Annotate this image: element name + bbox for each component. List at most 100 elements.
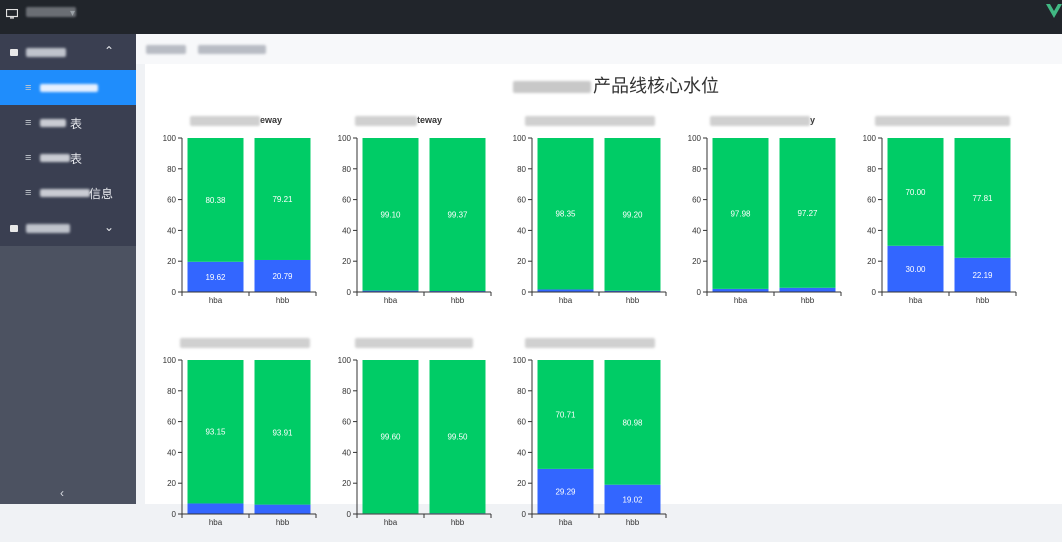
chart-svg: 0 20 40 60 80 100 70.71 29.29 hba 80.98 19.02 hbb (513, 356, 667, 527)
sidebar: ⌃ ≡ ≡ 表 ≡ 表 ≡ 信息 ⌄ ‹ (0, 34, 136, 504)
x-tick-label: hbb (451, 296, 465, 305)
chevron-down-icon: ⌄ (103, 220, 114, 234)
sidebar-item-3-label (40, 154, 70, 162)
y-tick-label: 60 (167, 418, 176, 427)
chart-6: 0 20 40 60 80 100 93.15 hba 93.91 hbb (150, 337, 320, 537)
data-label: 20.79 (272, 272, 293, 281)
folder-icon (10, 225, 18, 232)
chart-svg: 0 20 40 60 80 100 99.10 hba 99.37 hbb (338, 134, 492, 305)
chart-svg: 0 20 40 60 80 100 80.38 19.62 hba 79.21 20.79 hbb (163, 134, 317, 305)
chart-5: 0 20 40 60 80 100 70.00 30.00 hba 77.81 22.19 hbb (850, 115, 1020, 315)
sidebar-item-2[interactable]: ≡ 表 (0, 105, 136, 140)
chart-title: y (710, 115, 815, 126)
y-tick-label: 80 (167, 165, 176, 174)
folder-icon (10, 49, 18, 56)
list-icon: ≡ (25, 187, 32, 199)
top-bar: ▾ (0, 0, 1062, 34)
chart-svg: 0 20 40 60 80 100 93.15 hba 93.91 hbb (163, 356, 317, 527)
chart-svg: 0 20 40 60 80 100 70.00 30.00 hba 77.81 22.19 hbb (863, 134, 1017, 305)
y-tick-label: 100 (513, 134, 527, 143)
sidebar-item-3[interactable]: ≡ 表 (0, 140, 136, 175)
y-tick-label: 60 (342, 196, 351, 205)
y-tick-label: 40 (342, 226, 351, 235)
x-tick-label: hba (559, 296, 573, 305)
y-tick-label: 0 (347, 288, 352, 297)
data-label: 29.29 (555, 487, 576, 496)
y-tick-label: 100 (163, 356, 177, 365)
chart-1: eway 0 20 40 60 80 100 80.38 19.62 hba 79.21 20.79… (150, 115, 320, 315)
x-tick-label: hbb (976, 296, 990, 305)
y-tick-label: 80 (167, 387, 176, 396)
sidebar-group-2[interactable]: ⌄ (0, 210, 136, 246)
y-tick-label: 80 (692, 165, 701, 174)
data-label: 99.50 (447, 433, 468, 442)
y-tick-label: 40 (517, 226, 526, 235)
y-tick-label: 100 (338, 356, 352, 365)
sidebar-item-2-suffix: 表 (70, 117, 83, 131)
y-tick-label: 60 (517, 196, 526, 205)
y-tick-label: 100 (688, 134, 702, 143)
x-tick-label: hbb (626, 296, 640, 305)
sidebar-group-2-label (26, 224, 70, 233)
monitor-icon (6, 9, 18, 19)
y-tick-label: 100 (513, 356, 527, 365)
y-tick-label: 100 (338, 134, 352, 143)
y-tick-label: 100 (163, 134, 177, 143)
y-tick-label: 40 (517, 448, 526, 457)
sidebar-item-4[interactable]: ≡ 信息 (0, 175, 136, 210)
sidebar-group-1[interactable]: ⌃ (0, 34, 136, 70)
y-tick-label: 20 (342, 479, 351, 488)
x-tick-label: hba (909, 296, 923, 305)
chart-title (180, 337, 310, 348)
bar-segment-blue (187, 503, 244, 514)
x-tick-label: hba (209, 518, 223, 527)
x-tick-label: hba (384, 518, 398, 527)
y-tick-label: 60 (167, 196, 176, 205)
data-label: 98.35 (555, 210, 576, 219)
x-tick-label: hba (559, 518, 573, 527)
sidebar-group-1-label (26, 48, 66, 57)
page-title-text: 产品线核心水位 (593, 76, 719, 96)
chart-3: 0 20 40 60 80 100 98.35 hba 99.20 hbb (500, 115, 670, 315)
x-tick-label: hbb (276, 296, 290, 305)
sidebar-item-1[interactable]: ≡ (0, 70, 136, 105)
sidebar-collapse-button[interactable]: ‹ (60, 486, 64, 500)
chart-title: teway (355, 115, 442, 126)
data-label: 93.15 (205, 428, 226, 437)
breadcrumb-item-2 (198, 45, 266, 54)
y-tick-label: 20 (167, 479, 176, 488)
y-tick-label: 40 (167, 226, 176, 235)
chevron-up-icon: ⌃ (103, 44, 114, 58)
y-tick-label: 40 (867, 226, 876, 235)
y-tick-label: 0 (172, 288, 177, 297)
data-label: 97.98 (730, 209, 751, 218)
data-label: 80.98 (622, 418, 643, 427)
data-label: 22.19 (972, 271, 993, 280)
vue-logo-icon (1046, 4, 1062, 18)
sidebar-item-1-label (40, 84, 98, 92)
data-label: 79.21 (272, 195, 293, 204)
chart-title: eway (190, 115, 282, 126)
y-tick-label: 40 (342, 448, 351, 457)
main-content: 产品线核心水位 eway 0 20 40 60 80 100 80.38 19.62 hba 79… (145, 64, 1062, 527)
y-tick-label: 80 (342, 165, 351, 174)
data-label: 97.27 (797, 209, 818, 218)
y-tick-label: 100 (863, 134, 877, 143)
y-tick-label: 80 (517, 165, 526, 174)
y-tick-label: 60 (692, 196, 701, 205)
x-tick-label: hbb (276, 518, 290, 527)
data-label: 30.00 (905, 265, 926, 274)
list-icon: ≡ (25, 117, 32, 129)
y-tick-label: 80 (867, 165, 876, 174)
y-tick-label: 20 (867, 257, 876, 266)
list-icon: ≡ (25, 82, 32, 94)
x-tick-label: hba (209, 296, 223, 305)
x-tick-label: hba (734, 296, 748, 305)
x-tick-label: hba (384, 296, 398, 305)
y-tick-label: 60 (867, 196, 876, 205)
data-label: 19.62 (205, 273, 226, 282)
sidebar-item-3-suffix: 表 (70, 152, 83, 166)
app-menu-caret[interactable]: ▾ (70, 8, 75, 19)
chart-7: 0 20 40 60 80 100 99.60 hba 99.50 hbb (325, 337, 495, 537)
breadcrumb-item-1[interactable] (146, 45, 186, 54)
